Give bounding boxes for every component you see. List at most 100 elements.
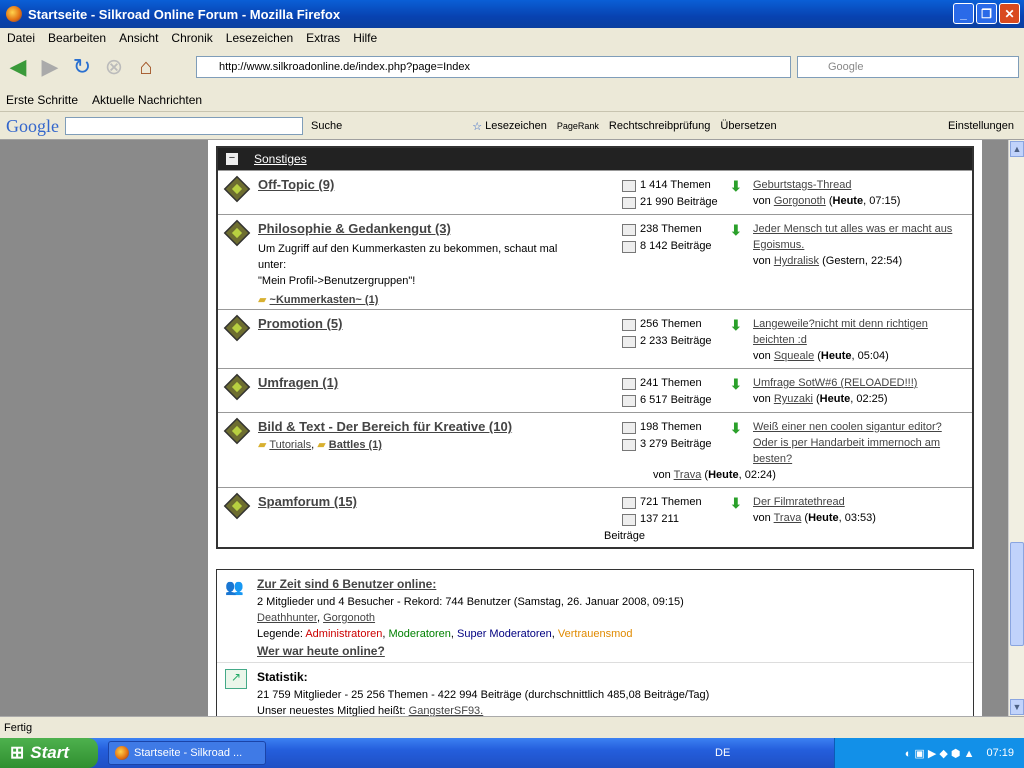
google-toolbar: Google Suche ☆ Lesezeichen PageRank Recht… xyxy=(0,113,1024,140)
google-search-input[interactable] xyxy=(65,117,303,135)
threads-icon xyxy=(622,421,636,434)
menu-chronik[interactable]: Chronik xyxy=(171,31,212,45)
tray-icons[interactable]: ◐ ▣ ▶ ◆ ⬢ ▲ xyxy=(905,747,975,760)
threads-count: 256 Themen xyxy=(640,318,702,330)
maximize-button[interactable]: ❐ xyxy=(976,3,997,24)
forward-icon[interactable]: ▶ xyxy=(36,53,64,81)
spellcheck-button[interactable]: Rechtschreibprüfung xyxy=(609,120,711,132)
firefox-icon xyxy=(6,6,22,22)
translate-button[interactable]: Übersetzen xyxy=(720,120,776,132)
forum-row-philosophie: Philosophie & Gedankengut (3) Um Zugriff… xyxy=(218,214,972,309)
collapse-icon[interactable]: − xyxy=(226,153,238,165)
forum-link[interactable]: Umfragen (1) xyxy=(258,375,338,390)
bookmarks-button[interactable]: ☆ Lesezeichen xyxy=(472,120,547,133)
last-post-by: von xyxy=(653,469,671,481)
scroll-down-icon[interactable]: ▼ xyxy=(1010,699,1024,715)
spellcheck-label: Rechtschreibprüfung xyxy=(608,120,711,132)
last-post-user[interactable]: Ryuzaki xyxy=(774,393,813,405)
minimize-button[interactable]: _ xyxy=(953,3,974,24)
threads-count: 241 Themen xyxy=(640,377,702,389)
pagerank-indicator: PageRank xyxy=(557,121,599,131)
settings-button[interactable]: Einstellungen xyxy=(948,120,1014,132)
url-field[interactable]: http://www.silkroadonline.de/index.php?p… xyxy=(196,56,791,78)
online-box: 👥 Zur Zeit sind 6 Benutzer online: 2 Mit… xyxy=(216,569,974,716)
forum-status-icon xyxy=(223,417,251,445)
last-post-link[interactable]: Der Filmratethread xyxy=(753,496,845,508)
forum-link[interactable]: Promotion (5) xyxy=(258,316,343,331)
bookmark-erste-schritte[interactable]: Erste Schritte xyxy=(6,93,78,107)
last-post: Jeder Mensch tut alles was er macht aus … xyxy=(753,221,968,269)
forum-description: Um Zugriff auf den Kummerkasten zu bekom… xyxy=(258,241,578,308)
legend: Legende: Administratoren, Moderatoren, S… xyxy=(257,628,633,640)
vertical-scrollbar[interactable]: ▲ ▼ xyxy=(1008,140,1024,716)
start-button[interactable]: ⊞ Start xyxy=(0,738,98,768)
forum-link[interactable]: Spamforum (15) xyxy=(258,494,357,509)
scroll-up-icon[interactable]: ▲ xyxy=(1010,141,1024,157)
divider xyxy=(217,662,973,663)
last-post-time: , 02:25) xyxy=(850,393,888,405)
category-title[interactable]: Sonstiges xyxy=(254,152,307,166)
last-post: Umfrage SotW#6 (RELOADED!!!) von Ryuzaki… xyxy=(753,377,918,405)
task-label: Startseite - Silkroad ... xyxy=(134,747,243,759)
start-label: Start xyxy=(30,743,69,762)
language-indicator[interactable]: DE xyxy=(715,747,730,759)
online-user-link[interactable]: Gorgonoth xyxy=(323,612,375,624)
menu-datei[interactable]: Datei xyxy=(7,31,35,45)
last-post-link[interactable]: Jeder Mensch tut alles was er macht aus … xyxy=(753,223,952,251)
scroll-thumb[interactable] xyxy=(1010,542,1024,646)
close-button[interactable]: ✕ xyxy=(999,3,1020,24)
posts-icon xyxy=(622,335,636,348)
last-post-time: , 07:15) xyxy=(863,195,901,207)
back-icon[interactable]: ◀ xyxy=(4,53,32,81)
forum-row-offtopic: Off-Topic (9) 1 414 Themen 21 990 Beiträ… xyxy=(218,170,972,214)
online-user-link[interactable]: Deathhunter xyxy=(257,612,317,624)
taskbar-firefox-task[interactable]: Startseite - Silkroad ... xyxy=(108,741,266,765)
forum-row-bild-text: Bild & Text - Der Bereich für Kreative (… xyxy=(218,412,972,487)
last-post-when: Heute xyxy=(820,350,852,362)
reload-icon[interactable]: ↻ xyxy=(68,53,96,81)
menu-lesezeichen[interactable]: Lesezeichen xyxy=(226,31,293,45)
forum-status-icon xyxy=(223,492,251,520)
menu-ansicht[interactable]: Ansicht xyxy=(119,31,158,45)
subforum-link[interactable]: ~Kummerkasten~ (1) xyxy=(270,294,379,306)
last-post-link[interactable]: Langeweile?nicht mit denn richtigen beic… xyxy=(753,318,928,346)
last-post-user[interactable]: Hydralisk xyxy=(774,255,819,267)
menu-hilfe[interactable]: Hilfe xyxy=(353,31,377,45)
last-post-link[interactable]: Umfrage SotW#6 (RELOADED!!!) xyxy=(753,377,917,389)
bookmark-aktuelle-nachrichten[interactable]: Aktuelle Nachrichten xyxy=(92,93,202,107)
search-input[interactable]: Google xyxy=(797,56,1019,78)
legend-supermod: Super Moderatoren xyxy=(457,628,552,640)
google-logo: Google xyxy=(6,115,59,136)
forum-link[interactable]: Off-Topic (9) xyxy=(258,177,334,192)
last-post: Langeweile?nicht mit denn richtigen beic… xyxy=(753,318,928,362)
home-icon[interactable]: ⌂ xyxy=(132,53,160,81)
last-post-user[interactable]: Trava xyxy=(774,512,802,524)
last-post-by: von xyxy=(753,350,771,362)
last-post-user[interactable]: Gorgonoth xyxy=(774,195,826,207)
star-icon: ☆ xyxy=(472,120,483,133)
last-post-link[interactable]: Weiß einer nen coolen sigantur editor? O… xyxy=(753,421,942,465)
today-online-link[interactable]: Wer war heute online? xyxy=(257,643,385,659)
status-bar: Fertig xyxy=(0,716,1024,738)
forum-link[interactable]: Philosophie & Gedankengut (3) xyxy=(258,221,451,236)
newest-member: Unser neuestes Mitglied heißt: GangsterS… xyxy=(257,703,483,716)
online-title[interactable]: Zur Zeit sind 6 Benutzer online: xyxy=(257,576,436,592)
menu-extras[interactable]: Extras xyxy=(306,31,340,45)
subforum-link[interactable]: Battles (1) xyxy=(329,439,382,451)
forum-link[interactable]: Bild & Text - Der Bereich für Kreative (… xyxy=(258,419,512,434)
folder-icon: ▰ xyxy=(317,439,326,451)
menu-bearbeiten[interactable]: Bearbeiten xyxy=(48,31,106,45)
last-post-link[interactable]: Geburtstags-Thread xyxy=(753,179,851,191)
status-text: Fertig xyxy=(4,721,33,734)
subforum-link[interactable]: Tutorials xyxy=(269,439,311,451)
newest-user-link[interactable]: GangsterSF93. xyxy=(409,705,484,716)
forum-stats: 256 Themen 2 233 Beiträge xyxy=(622,316,712,350)
threads-count: 238 Themen xyxy=(640,223,702,235)
google-search-button[interactable]: Suche xyxy=(311,120,342,132)
last-post-by: von xyxy=(753,195,771,207)
stop-icon[interactable]: ⊗ xyxy=(100,53,128,81)
forum-stats: 241 Themen 6 517 Beiträge xyxy=(622,375,712,409)
last-post: Der Filmratethread von Trava (Heute, 03:… xyxy=(753,496,876,524)
last-post-user[interactable]: Trava xyxy=(674,469,702,481)
last-post-user[interactable]: Squeale xyxy=(774,350,814,362)
